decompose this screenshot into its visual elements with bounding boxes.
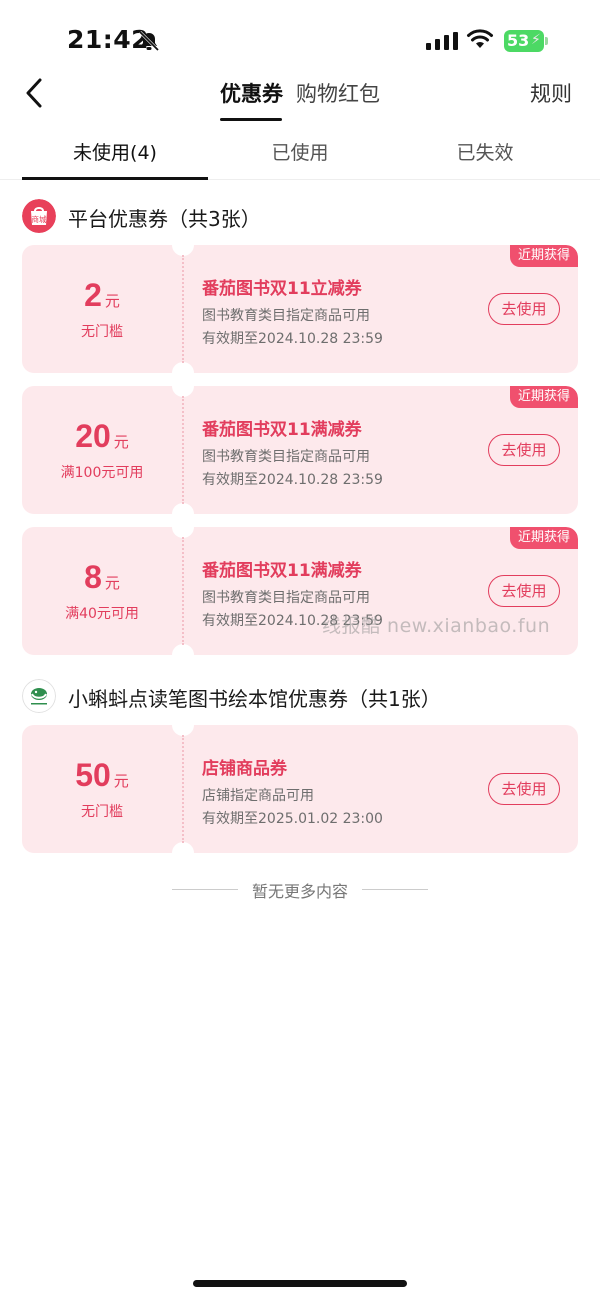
status-tabs: 未使用(4) 已使用 已失效 [0,126,600,180]
coupon-title: 番茄图书双11满减券 [202,561,362,581]
battery-icon: 53 ⚡ [504,30,548,52]
divider-line [362,889,428,890]
coupon-scope: 图书教育类目指定商品可用 [202,308,370,324]
coupon-amount: 8 [84,559,102,595]
coupon-card: 20 元 满100元可用 番茄图书双11满减券 图书教育类目指定商品可用 有效期至… [22,386,578,514]
coupon-unit: 元 [113,433,129,451]
coupon-unit: 元 [104,574,120,592]
tab-shopping-redpacket[interactable]: 购物红包 [296,78,380,108]
coupon-condition: 满100元可用 [60,465,144,481]
nav-header: 优惠券 购物红包 规则 [0,70,600,122]
active-tab-indicator [220,118,282,121]
coupon-expiry: 有效期至2025.01.02 23:00 [202,811,383,827]
coupon-card: 2元 无门槛 番茄图书双11立减券 图书教育类目指定商品可用 有效期至2024.… [22,245,578,373]
coupon-unit: 元 [113,772,129,790]
cellular-signal-icon [426,32,458,50]
coupon-card: 50 元 无门槛 店铺商品券 店铺指定商品可用 有效期至2025.01.02 23… [22,725,578,853]
watermark: 线报酷 new.xianbao.fun [322,615,551,637]
mall-logo-icon: 商城 [22,199,56,233]
back-arrow-icon[interactable] [20,76,50,110]
recently-obtained-badge: 近期获得 [509,245,578,267]
section-title: 平台优惠券（共3张） [68,207,261,231]
subtab-expired[interactable]: 已失效 [385,138,585,165]
coupon-scope: 图书教育类目指定商品可用 [202,590,370,606]
coupon-value: 2元 无门槛 [22,245,182,373]
divider-line [172,889,238,890]
recently-obtained-badge: 近期获得 [509,527,578,549]
coupon-value: 20 元 满100元可用 [22,386,182,514]
use-coupon-button[interactable]: 去使用 [488,773,560,805]
battery-level: 53 [507,31,530,50]
coupon-scope: 店铺指定商品可用 [202,788,314,804]
coupon-title: 番茄图书双11满减券 [202,420,362,440]
mall-logo-text: 商城 [32,214,47,224]
charging-bolt-icon: ⚡ [531,32,541,48]
coupon-value: 50 元 无门槛 [22,725,182,853]
recently-obtained-badge: 近期获得 [509,386,578,408]
subtab-unused[interactable]: 未使用(4) [15,138,215,165]
coupon-amount: 50 [75,757,111,793]
no-more-content: 暂无更多内容 [0,878,600,902]
section-header-platform: 商城 平台优惠券（共3张） [22,199,582,235]
coupon-title: 店铺商品券 [202,759,287,779]
no-more-text: 暂无更多内容 [251,882,348,901]
coupon-scope: 图书教育类目指定商品可用 [202,449,370,465]
active-subtab-indicator [22,177,208,180]
status-time: 21:42 [67,25,150,54]
coupon-value: 8元 满40元可用 [22,527,182,655]
use-coupon-button[interactable]: 去使用 [488,434,560,466]
coupon-condition: 无门槛 [81,324,123,340]
coupon-unit: 元 [104,292,120,310]
use-coupon-button[interactable]: 去使用 [488,293,560,325]
rules-link[interactable]: 规则 [530,78,572,108]
wifi-icon [467,29,493,48]
coupon-title: 番茄图书双11立减券 [202,279,362,299]
coupon-expiry: 有效期至2024.10.28 23:59 [202,472,383,488]
coupon-amount: 2 [84,277,102,313]
coupon-expiry: 有效期至2024.10.28 23:59 [202,331,383,347]
store-logo-icon [22,679,56,713]
home-indicator [193,1280,407,1287]
tab-coupons[interactable]: 优惠券 [220,78,283,108]
coupon-condition: 满40元可用 [65,606,139,622]
coupon-condition: 无门槛 [81,804,123,820]
use-coupon-button[interactable]: 去使用 [488,575,560,607]
coupon-amount: 20 [75,418,111,454]
subtab-used[interactable]: 已使用 [200,138,400,165]
section-title: 小蝌蚪点读笔图书绘本馆优惠券（共1张） [68,687,441,711]
status-bar: 21:42 53 ⚡ [0,0,600,80]
section-header-store: 小蝌蚪点读笔图书绘本馆优惠券（共1张） [22,679,582,715]
bell-muted-icon [138,30,160,52]
